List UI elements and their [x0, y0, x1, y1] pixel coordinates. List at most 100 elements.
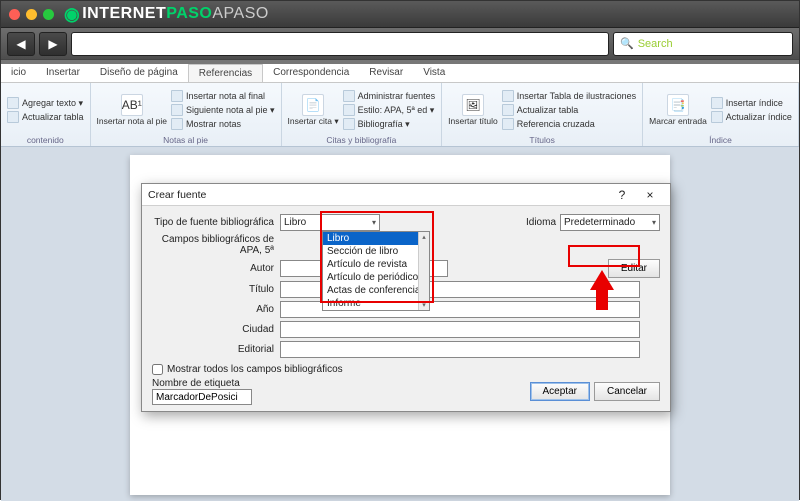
tab-referencias[interactable]: Referencias: [188, 64, 263, 82]
search-placeholder: Search: [638, 38, 673, 50]
close-window-icon[interactable]: [9, 9, 20, 20]
footnote-icon: AB¹: [121, 94, 143, 116]
referencia-cruzada-button[interactable]: Referencia cruzada: [502, 118, 636, 130]
browser-toolbar: ◀ ▶ 🔍 Search: [1, 27, 799, 59]
ribbon-group-indice: 📑 Marcar entrada Insertar índice Actuali…: [643, 83, 799, 146]
chevron-down-icon: ▾: [372, 218, 376, 227]
dialog-body: Tipo de fuente bibliográfica Libro ▾ Idi…: [142, 206, 670, 411]
actualizar-tabla-button[interactable]: Actualizar tabla: [7, 111, 84, 123]
source-type-combo[interactable]: Libro ▾: [280, 214, 380, 231]
editar-button[interactable]: Editar: [608, 259, 660, 278]
add-text-icon: [7, 97, 19, 109]
insertar-indice-button[interactable]: Insertar índice: [711, 97, 792, 109]
titulo-label: Título: [152, 284, 280, 295]
ok-button[interactable]: Aceptar: [530, 382, 590, 401]
cite-icon: 📄: [302, 94, 324, 116]
back-button[interactable]: ◀: [7, 32, 35, 56]
tabla-ilustraciones-button[interactable]: Insertar Tabla de ilustraciones: [502, 90, 636, 102]
site-brand: ◉ INTERNETPASOAPASO: [64, 4, 269, 25]
tab-correspondencia[interactable]: Correspondencia: [263, 64, 359, 82]
ciudad-input[interactable]: [280, 321, 640, 338]
biblio-icon: [343, 118, 355, 130]
endnote-icon: [171, 90, 183, 102]
fields-header: Campos bibliográficos de APA, 5ª: [152, 234, 280, 256]
tab-revisar[interactable]: Revisar: [359, 64, 413, 82]
editorial-input[interactable]: [280, 341, 640, 358]
insertar-nota-pie-button[interactable]: AB¹ Insertar nota al pie: [97, 94, 167, 126]
cancel-button[interactable]: Cancelar: [594, 382, 660, 401]
source-type-value: Libro: [284, 217, 306, 228]
ribbon-group-citas: 📄 Insertar cita ▾ Administrar fuentes Es…: [282, 83, 443, 146]
tag-label: Nombre de etiqueta: [152, 378, 252, 389]
ribbon-group-notas: AB¹ Insertar nota al pie Insertar nota a…: [91, 83, 282, 146]
search-box[interactable]: 🔍 Search: [613, 32, 793, 56]
language-label: Idioma: [526, 217, 560, 228]
help-button[interactable]: ?: [608, 188, 636, 202]
next-note-icon: [171, 104, 183, 116]
table-illus-icon: [502, 90, 514, 102]
brand-part-3: APASO: [212, 5, 268, 23]
address-bar[interactable]: [71, 32, 609, 56]
ribbon-group-titulos: 🖼 Insertar título Insertar Tabla de ilus…: [442, 83, 643, 146]
option-seccion[interactable]: Sección de libro: [323, 245, 429, 258]
group-label: Notas al pie: [97, 135, 275, 146]
tab-inicio[interactable]: icio: [1, 64, 36, 82]
autor-label: Autor: [152, 263, 280, 274]
ciudad-label: Ciudad: [152, 324, 280, 335]
tab-diseno[interactable]: Diseño de página: [90, 64, 188, 82]
ano-label: Año: [152, 304, 280, 315]
refresh-icon: [711, 111, 723, 123]
mostrar-notas-button[interactable]: Mostrar notas: [171, 118, 275, 130]
actualizar-tabla-button2[interactable]: Actualizar tabla: [502, 104, 636, 116]
browser-titlebar: ◉ INTERNETPASOAPASO: [1, 1, 799, 27]
insert-index-icon: [711, 97, 723, 109]
group-label: Citas y bibliografía: [288, 135, 436, 146]
language-value: Predeterminado: [564, 217, 635, 228]
group-label: Títulos: [448, 135, 636, 146]
insertar-titulo-button[interactable]: 🖼 Insertar título: [448, 94, 498, 126]
search-icon: 🔍: [620, 37, 634, 50]
insertar-nota-final-button[interactable]: Insertar nota al final: [171, 90, 275, 102]
tab-vista[interactable]: Vista: [413, 64, 455, 82]
brand-part-1: INTERNET: [82, 5, 166, 23]
group-label: contenido: [7, 135, 84, 146]
tab-insertar[interactable]: Insertar: [36, 64, 90, 82]
create-source-dialog: Crear fuente ? × Tipo de fuente bibliogr…: [141, 183, 671, 412]
source-type-dropdown: Libro Sección de libro Artículo de revis…: [322, 231, 430, 311]
tag-input[interactable]: [152, 389, 252, 405]
show-all-fields-checkbox[interactable]: [152, 364, 163, 375]
close-button[interactable]: ×: [636, 188, 664, 202]
group-label: Índice: [649, 135, 792, 146]
option-informe[interactable]: Informe: [323, 297, 429, 310]
refresh-icon: [7, 111, 19, 123]
agregar-texto-button[interactable]: Agregar texto ▾: [7, 97, 84, 109]
type-label: Tipo de fuente bibliográfica: [152, 217, 280, 228]
option-libro[interactable]: Libro: [323, 232, 429, 245]
bibliografia-button[interactable]: Bibliografía ▾: [343, 118, 436, 130]
refresh-icon: [502, 104, 514, 116]
ribbon-group-contenido: Agregar texto ▾ Actualizar tabla conteni…: [1, 83, 91, 146]
dialog-title: Crear fuente: [148, 189, 608, 201]
editorial-label: Editorial: [152, 344, 280, 355]
style-icon: [343, 104, 355, 116]
insertar-cita-button[interactable]: 📄 Insertar cita ▾: [288, 94, 339, 126]
caption-icon: 🖼: [462, 94, 484, 116]
scrollbar[interactable]: ▴▾: [418, 232, 429, 310]
brand-logo-icon: ◉: [64, 4, 80, 25]
administrar-fuentes-button[interactable]: Administrar fuentes: [343, 90, 436, 102]
option-revista[interactable]: Artículo de revista: [323, 258, 429, 271]
marcar-entrada-button[interactable]: 📑 Marcar entrada: [649, 94, 707, 126]
minimize-window-icon[interactable]: [26, 9, 37, 20]
show-all-label: Mostrar todos los campos bibliográficos: [167, 364, 343, 375]
estilo-combo[interactable]: Estilo: APA, 5ª ed ▾: [343, 104, 436, 116]
actualizar-indice-button[interactable]: Actualizar índice: [711, 111, 792, 123]
option-periodico[interactable]: Artículo de periódico: [323, 271, 429, 284]
language-combo[interactable]: Predeterminado ▾: [560, 214, 660, 231]
forward-button[interactable]: ▶: [39, 32, 67, 56]
ribbon-tabs: icio Insertar Diseño de página Referenci…: [1, 64, 799, 83]
manage-sources-icon: [343, 90, 355, 102]
option-actas[interactable]: Actas de conferencia: [323, 284, 429, 297]
window-controls: [9, 9, 54, 20]
siguiente-nota-button[interactable]: Siguiente nota al pie ▾: [171, 104, 275, 116]
maximize-window-icon[interactable]: [43, 9, 54, 20]
